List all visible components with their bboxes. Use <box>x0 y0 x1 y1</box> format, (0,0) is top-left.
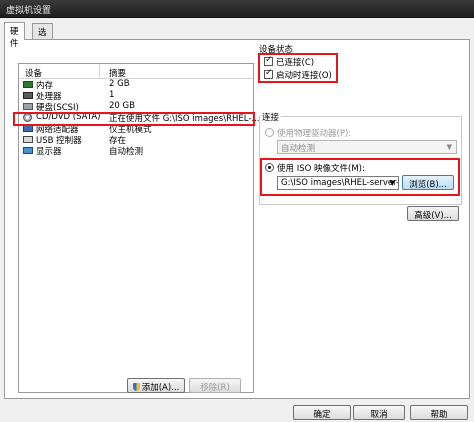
window-titlebar: 虚拟机设置 <box>0 0 474 18</box>
iso-image-radio[interactable] <box>265 163 274 172</box>
iso-image-label: 使用 ISO 映像文件(M): <box>277 164 365 174</box>
hardware-tab-panel: 设备 摘要 内存 2 GB 处理器 1 硬盘(SCSI) 20 GB CD/DV… <box>4 39 470 399</box>
device-summary: 自动检测 <box>109 147 144 157</box>
connected-checkbox[interactable] <box>264 55 273 66</box>
connect-at-power-on-checkbox[interactable] <box>264 68 273 79</box>
physical-drive-value: 自动检测 <box>281 144 316 154</box>
usb-icon <box>23 136 33 143</box>
column-separator <box>99 65 100 78</box>
network-adapter-icon <box>23 125 33 132</box>
connect-at-power-on-label: 启动时连接(O) <box>276 71 332 81</box>
browse-button[interactable]: 浏览(B)... <box>402 175 454 190</box>
hard-disk-icon <box>23 103 33 110</box>
tab-options[interactable]: 选项 <box>32 23 53 50</box>
display-icon <box>23 147 33 154</box>
device-row-processor[interactable]: 处理器 1 <box>19 90 253 102</box>
chevron-down-icon: ▼ <box>446 143 452 151</box>
connection-title: 连接 <box>260 111 282 123</box>
remove-device-button[interactable]: 移除(R) <box>189 378 241 393</box>
device-row-hard-disk[interactable]: 硬盘(SCSI) 20 GB <box>19 101 253 113</box>
add-device-label: 添加(A)... <box>141 383 180 393</box>
physical-drive-label: 使用物理驱动器(P): <box>277 129 352 139</box>
highlight-box-cd-dvd-row <box>13 112 255 126</box>
device-row-memory[interactable]: 内存 2 GB <box>19 79 253 91</box>
device-name: 显示器 <box>36 147 62 157</box>
vm-settings-dialog: 硬件 选项 设备 摘要 内存 2 GB 处理器 1 硬盘(SCSI) <box>0 18 474 422</box>
memory-icon <box>23 81 33 88</box>
uac-shield-icon <box>132 383 140 391</box>
column-header-summary[interactable]: 摘要 <box>109 67 126 79</box>
ok-button[interactable]: 确定 <box>293 405 351 420</box>
device-summary: 2 GB <box>109 79 130 89</box>
column-header-device[interactable]: 设备 <box>25 67 42 79</box>
tab-hardware[interactable]: 硬件 <box>4 22 25 49</box>
physical-drive-select[interactable]: 自动检测 ▼ <box>277 140 457 154</box>
device-row-display[interactable]: 显示器 自动检测 <box>19 145 253 157</box>
device-summary: 20 GB <box>109 101 135 111</box>
cpu-icon <box>23 92 33 99</box>
add-device-button[interactable]: 添加(A)... <box>127 378 185 393</box>
iso-image-path-input[interactable]: G:\ISO images\RHEL-server- ▼ <box>277 176 399 190</box>
connected-label: 已连接(C) <box>276 58 315 68</box>
device-list-header: 设备 摘要 <box>19 64 253 79</box>
chevron-down-icon: ▼ <box>389 179 395 187</box>
iso-image-path-value: G:\ISO images\RHEL-server- <box>281 178 399 188</box>
cancel-button[interactable]: 取消 <box>353 405 405 420</box>
help-button[interactable]: 帮助 <box>410 405 468 420</box>
physical-drive-radio[interactable] <box>265 128 274 137</box>
device-row-usb-controller[interactable]: USB 控制器 存在 <box>19 134 253 146</box>
window-title: 虚拟机设置 <box>6 6 52 16</box>
advanced-button[interactable]: 高级(V)... <box>407 206 459 221</box>
device-summary: 1 <box>109 90 115 100</box>
